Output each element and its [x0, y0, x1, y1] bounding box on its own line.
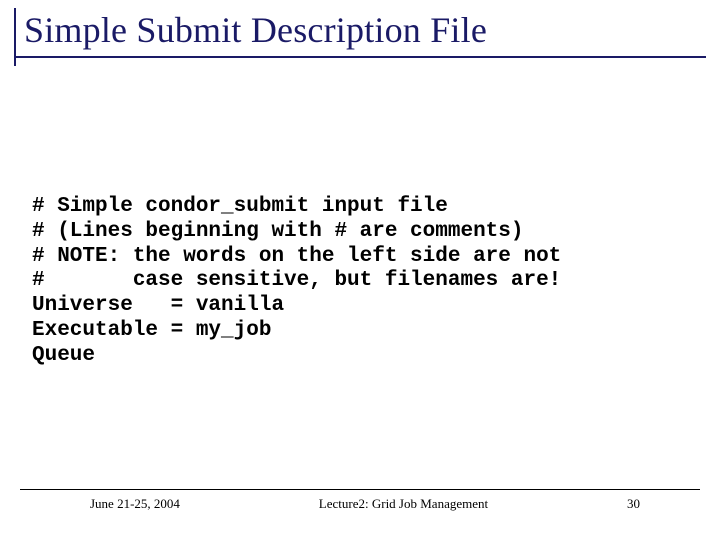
- code-line: # NOTE: the words on the left side are n…: [32, 245, 561, 268]
- title-underline: [14, 56, 706, 58]
- code-line: # (Lines beginning with # are comments): [32, 220, 523, 243]
- footer-page-number: 30: [627, 496, 640, 512]
- footer: June 21-25, 2004 Lecture2: Grid Job Mana…: [20, 489, 700, 512]
- code-line: # Simple condor_submit input file: [32, 195, 448, 218]
- code-line: Universe = vanilla: [32, 294, 284, 317]
- footer-lecture: Lecture2: Grid Job Management: [319, 496, 488, 512]
- footer-rule: [20, 489, 700, 490]
- code-line: Executable = my_job: [32, 319, 271, 342]
- code-block: # Simple condor_submit input file # (Lin…: [32, 195, 688, 368]
- slide: Simple Submit Description File # Simple …: [0, 0, 720, 540]
- title-area: Simple Submit Description File: [14, 8, 706, 58]
- slide-title: Simple Submit Description File: [14, 8, 706, 56]
- code-line: # case sensitive, but filenames are!: [32, 269, 561, 292]
- footer-row: June 21-25, 2004 Lecture2: Grid Job Mana…: [20, 496, 700, 512]
- title-left-rule: [14, 8, 16, 66]
- code-line: Queue: [32, 344, 95, 367]
- slide-body: # Simple condor_submit input file # (Lin…: [32, 195, 688, 368]
- footer-date: June 21-25, 2004: [90, 496, 180, 512]
